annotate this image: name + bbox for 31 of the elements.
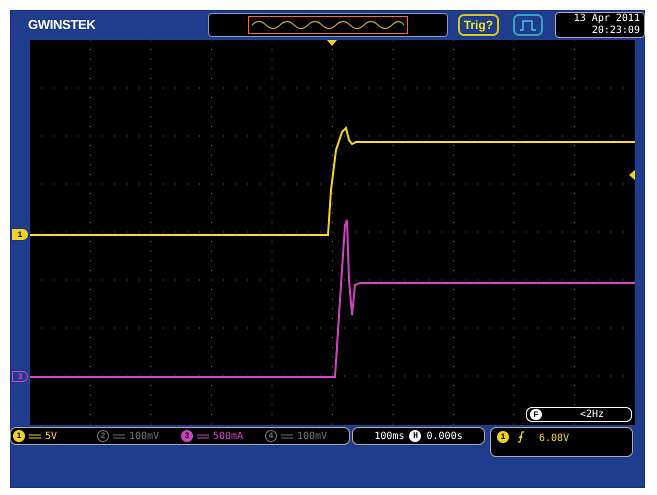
- frequency-value: <2Hz: [580, 408, 604, 422]
- channel-marker: 3: [12, 371, 28, 382]
- pulse-mode-button[interactable]: [513, 14, 544, 36]
- channel-number: 1: [13, 430, 25, 442]
- rising-edge-icon: [517, 431, 525, 443]
- channel-scale: 100mV: [297, 430, 328, 444]
- channel-marker: 1: [12, 229, 28, 240]
- frequency-label: F: [530, 409, 542, 420]
- date-text: 13 Apr 2011: [574, 13, 640, 25]
- horizontal-label: H: [409, 430, 422, 442]
- dc-coupling-icon: [281, 434, 293, 438]
- trigger-source: 1: [497, 431, 509, 443]
- trigger-level: 6.08V: [539, 432, 570, 446]
- trigger-level-icon: [629, 170, 635, 180]
- channel-number: 2: [97, 430, 109, 442]
- overview-wave-icon: [248, 16, 408, 34]
- dc-coupling-icon: [197, 434, 209, 438]
- timebase-scale: 100ms: [374, 430, 404, 444]
- timebase-position: 0.000s: [426, 430, 463, 444]
- dc-coupling-icon: [29, 434, 41, 438]
- trigger-position-icon: [327, 40, 337, 46]
- dc-coupling-icon: [113, 434, 125, 438]
- trigger-status: Trig?: [464, 17, 494, 34]
- channel-number: 4: [265, 430, 277, 442]
- brand-logo: GWINSTEK: [28, 16, 96, 34]
- channel-scale: 100mV: [129, 430, 160, 444]
- pulse-icon: [519, 19, 538, 31]
- channel-number: 3: [181, 430, 193, 442]
- time-text: 20:23:09: [592, 25, 640, 37]
- channel-scale: 500mA: [213, 430, 244, 444]
- channel-scale: 5V: [45, 430, 58, 444]
